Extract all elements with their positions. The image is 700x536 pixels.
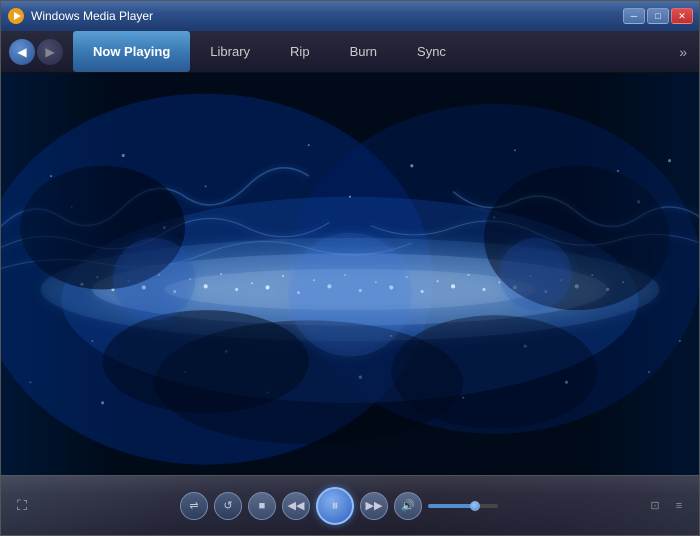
maximize-button[interactable]: □ [647, 8, 669, 24]
tab-now-playing[interactable]: Now Playing [73, 31, 190, 72]
nav-more-button[interactable]: » [675, 44, 691, 60]
forward-button[interactable]: ▶ [37, 39, 63, 65]
nav-bar: ◀ ▶ Now Playing Library Rip Burn Sync » [1, 31, 699, 73]
title-bar-left: Windows Media Player [7, 7, 153, 25]
volume-slider[interactable] [428, 504, 498, 508]
title-bar: Windows Media Player ─ □ ✕ [1, 1, 699, 31]
visualization-area [1, 73, 699, 475]
mini-equalize-button[interactable]: ≡ [669, 496, 689, 516]
nav-arrows: ◀ ▶ [9, 39, 63, 65]
app-icon [7, 7, 25, 25]
volume-icon: 🔊 [401, 499, 415, 512]
nav-tabs: Now Playing Library Rip Burn Sync [73, 31, 671, 72]
viz-edge-right [579, 73, 699, 475]
volume-slider-container [428, 504, 498, 508]
minimize-button[interactable]: ─ [623, 8, 645, 24]
repeat-button[interactable]: ↺ [214, 492, 242, 520]
playback-controls: ⇌ ↺ ■ ◀◀ ⏸ ▶▶ 🔊 [39, 487, 639, 525]
tab-burn[interactable]: Burn [330, 31, 397, 72]
back-button[interactable]: ◀ [9, 39, 35, 65]
tab-library[interactable]: Library [190, 31, 270, 72]
shuffle-button[interactable]: ⇌ [180, 492, 208, 520]
close-button[interactable]: ✕ [671, 8, 693, 24]
controls-bar: ⛶ ⇌ ↺ ■ ◀◀ ⏸ ▶▶ 🔊 [1, 475, 699, 535]
previous-button[interactable]: ◀◀ [282, 492, 310, 520]
fullscreen-button[interactable]: ⛶ [11, 495, 33, 517]
tab-rip[interactable]: Rip [270, 31, 330, 72]
stop-button[interactable]: ■ [248, 492, 276, 520]
play-pause-button[interactable]: ⏸ [316, 487, 354, 525]
window-title: Windows Media Player [31, 9, 153, 23]
controls-right: ⊡ ≡ [645, 496, 689, 516]
mini-restore-button[interactable]: ⊡ [645, 496, 665, 516]
title-bar-controls: ─ □ ✕ [623, 8, 693, 24]
app-window: Windows Media Player ─ □ ✕ ◀ ▶ Now Playi… [0, 0, 700, 536]
tab-sync[interactable]: Sync [397, 31, 466, 72]
viz-edge-left [1, 73, 121, 475]
next-button[interactable]: ▶▶ [360, 492, 388, 520]
volume-icon-button[interactable]: 🔊 [394, 492, 422, 520]
